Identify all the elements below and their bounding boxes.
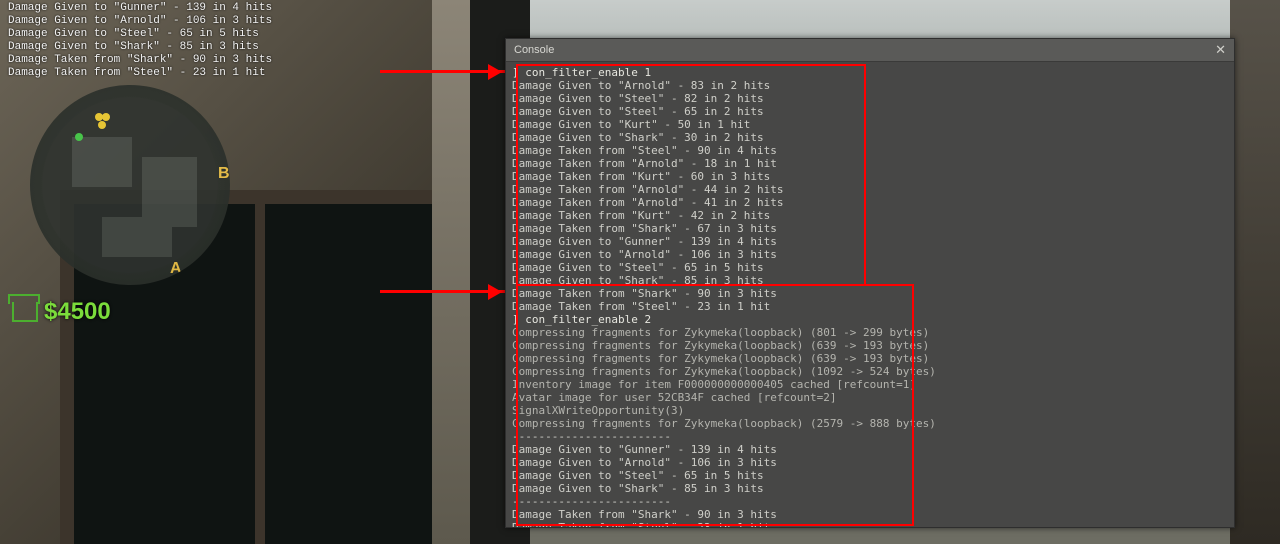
- minimap-terrain: [42, 97, 218, 273]
- ally-dot: [75, 133, 83, 141]
- console-output[interactable]: ] con_filter_enable 1 Damage Given to "A…: [506, 62, 1234, 527]
- annotation-arrow: [380, 290, 508, 293]
- minimap: A B: [30, 85, 230, 285]
- console-title: Console: [514, 44, 554, 56]
- damage-feed-line: Damage Taken from "Shark" - 90 in 3 hits: [8, 54, 272, 67]
- damage-feed-line: Damage Given to "Arnold" - 106 in 3 hits: [8, 15, 272, 28]
- wall-right: [1230, 0, 1280, 544]
- damage-feed-line: Damage Given to "Steel" - 65 in 5 hits: [8, 28, 272, 41]
- console-titlebar[interactable]: Console ✕: [506, 39, 1234, 62]
- damage-feed-line: Damage Given to "Shark" - 85 in 3 hits: [8, 41, 272, 54]
- player-dot: [98, 121, 106, 129]
- damage-feed: Damage Given to "Gunner" - 139 in 4 hits…: [8, 2, 272, 80]
- close-icon[interactable]: ✕: [1215, 42, 1226, 58]
- player-dot: [102, 113, 110, 121]
- annotation-arrow: [380, 70, 508, 73]
- damage-feed-line: Damage Given to "Gunner" - 139 in 4 hits: [8, 2, 272, 15]
- money-value: $4500: [44, 298, 111, 326]
- game-viewport: Damage Given to "Gunner" - 139 in 4 hits…: [0, 0, 1280, 544]
- damage-feed-line: Damage Taken from "Steel" - 23 in 1 hit: [8, 67, 272, 80]
- buy-icon: [12, 302, 38, 322]
- bombsite-a-label: A: [170, 260, 182, 278]
- developer-console[interactable]: Console ✕ ] con_filter_enable 1 Damage G…: [505, 38, 1235, 528]
- money-hud: $4500: [12, 298, 111, 326]
- console-body[interactable]: ] con_filter_enable 1 Damage Given to "A…: [506, 62, 1234, 527]
- bombsite-b-label: B: [218, 165, 230, 183]
